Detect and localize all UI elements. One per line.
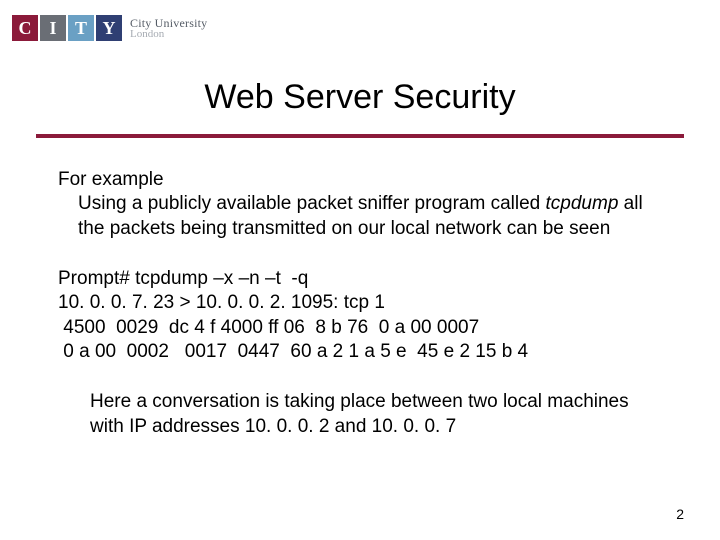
horizontal-rule (36, 134, 684, 138)
slide: C I T Y City University London Web Serve… (0, 0, 720, 540)
term-line-3: 4500 0029 dc 4 f 4000 ff 06 8 b 76 0 a 0… (58, 316, 662, 340)
logo-tile-t: T (68, 15, 94, 41)
term-line-4: 0 a 00 0002 0017 0447 60 a 2 1 a 5 e 45 … (58, 340, 662, 364)
slide-title: Web Server Security (0, 78, 720, 117)
university-logo: C I T Y City University London (12, 15, 207, 41)
paragraph-1: For example Using a publicly available p… (58, 168, 662, 241)
para1-text-a: Using a publicly available packet sniffe… (78, 193, 546, 214)
para1-body: Using a publicly available packet sniffe… (58, 192, 662, 241)
logo-tile-c: C (12, 15, 38, 41)
logo-tile-y: Y (96, 15, 122, 41)
slide-body: For example Using a publicly available p… (58, 168, 662, 439)
para2-text: Here a conversation is taking place betw… (58, 390, 662, 439)
logo-text: City University London (130, 17, 207, 40)
terminal-output: Prompt# tcpdump –x –n –t -q10. 0. 0. 7. … (58, 267, 662, 364)
page-number: 2 (676, 506, 684, 522)
logo-tile-i: I (40, 15, 66, 41)
term-line-2: 10. 0. 0. 7. 23 > 10. 0. 0. 2. 1095: tcp… (58, 291, 662, 315)
term-line-1: Prompt# tcpdump –x –n –t -q (58, 267, 662, 291)
para1-lead: For example (58, 168, 662, 192)
logo-line2: London (130, 29, 207, 40)
logo-tiles: C I T Y (12, 15, 122, 41)
logo-line1: City University (130, 17, 207, 29)
paragraph-2: Here a conversation is taking place betw… (58, 390, 662, 439)
tcpdump-term: tcpdump (546, 193, 619, 214)
